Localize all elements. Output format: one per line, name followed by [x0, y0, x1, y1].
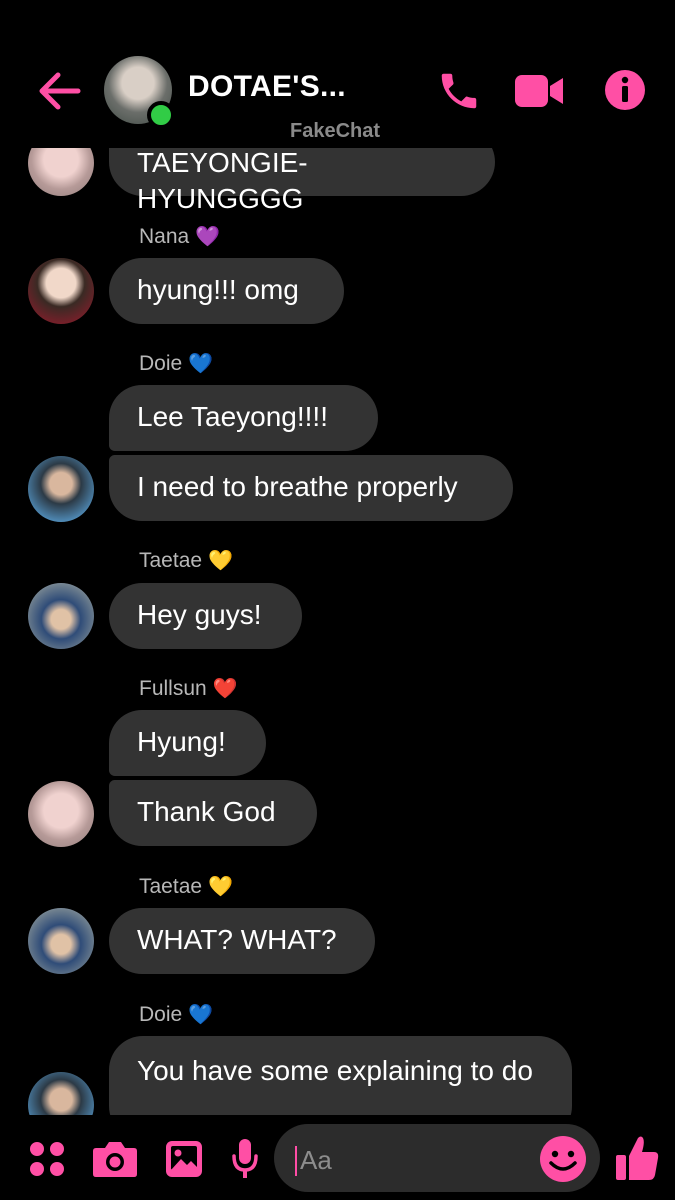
sender-name: Doie	[139, 1003, 183, 1026]
sender-name: Fullsun	[139, 677, 207, 700]
message-text: Thank God	[137, 796, 276, 827]
heart-icon: ❤️	[212, 678, 238, 700]
message-text: TAEYONGIE-HYUNGGGG	[137, 147, 308, 214]
sender-label: Taetae 💛	[139, 874, 233, 899]
message-bubble[interactable]: Hyung!	[109, 710, 266, 776]
apps-grid-icon[interactable]	[28, 1140, 66, 1178]
sender-label: Doie 💙	[139, 351, 213, 376]
microphone-icon[interactable]	[231, 1138, 259, 1180]
camera-icon[interactable]	[92, 1140, 138, 1178]
message-text: hyung!!! omg	[137, 274, 299, 305]
message-text: Hyung!	[137, 726, 226, 757]
message-bubble[interactable]: Lee Taeyong!!!!	[109, 385, 378, 451]
avatar-taetae[interactable]	[28, 908, 94, 974]
sender-label: Fullsun ❤️	[139, 676, 238, 701]
message-text: You have some explaining to do	[137, 1055, 533, 1086]
message-text: Hey guys!	[137, 599, 262, 630]
watermark-text: FakeChat	[290, 120, 381, 142]
message-text: I need to breathe properly	[137, 471, 458, 502]
heart-icon: 💙	[188, 1004, 214, 1026]
heart-icon: 💜	[195, 226, 221, 248]
avatar-taetae[interactable]	[28, 583, 94, 649]
message-bubble[interactable]: WHAT? WHAT?	[109, 908, 375, 974]
message-bubble[interactable]: hyung!!! omg	[109, 258, 344, 324]
sender-name: Doie	[139, 352, 183, 375]
message-bubble[interactable]: Hey guys!	[109, 583, 302, 649]
message-bubble[interactable]: Thank God	[109, 780, 317, 846]
heart-icon: 💛	[208, 876, 233, 898]
emoji-icon[interactable]	[539, 1135, 587, 1183]
sender-name: Taetae	[139, 875, 203, 898]
sender-label: Doie 💙	[139, 1002, 213, 1027]
message-text: Lee Taeyong!!!!	[137, 401, 328, 432]
message-bubble[interactable]: You have some explaining to do	[109, 1036, 572, 1115]
sender-name: Nana	[139, 225, 190, 248]
sender-label: Nana 💜	[139, 224, 220, 249]
thumbs-up-icon[interactable]	[614, 1134, 660, 1182]
heart-icon: 💙	[188, 353, 214, 375]
message-bubble[interactable]: I need to breathe properly	[109, 455, 513, 521]
message-input-placeholder: Aa	[300, 1145, 332, 1175]
online-indicator	[147, 101, 175, 129]
text-cursor	[295, 1146, 297, 1176]
chat-header: DOTAE'S... FakeChat	[0, 0, 675, 148]
sender-label: Taetae 💛	[139, 548, 233, 573]
avatar-fullsun[interactable]	[28, 781, 94, 847]
message-list[interactable]: TAEYONGIE-HYUNGGGG Nana 💜 hyung!!! omg Do…	[0, 0, 675, 1115]
back-arrow-icon[interactable]	[36, 68, 82, 114]
avatar-nana[interactable]	[28, 258, 94, 324]
phone-icon[interactable]	[436, 68, 482, 114]
chat-title[interactable]: DOTAE'S...	[188, 70, 346, 104]
avatar-doie[interactable]	[28, 456, 94, 522]
avatar-doie[interactable]	[28, 1072, 94, 1115]
sender-name: Taetae	[139, 549, 203, 572]
message-text: WHAT? WHAT?	[137, 924, 337, 955]
video-camera-icon[interactable]	[514, 72, 564, 110]
info-icon[interactable]	[604, 69, 646, 111]
image-icon[interactable]	[164, 1139, 204, 1179]
heart-icon: 💛	[208, 550, 233, 572]
